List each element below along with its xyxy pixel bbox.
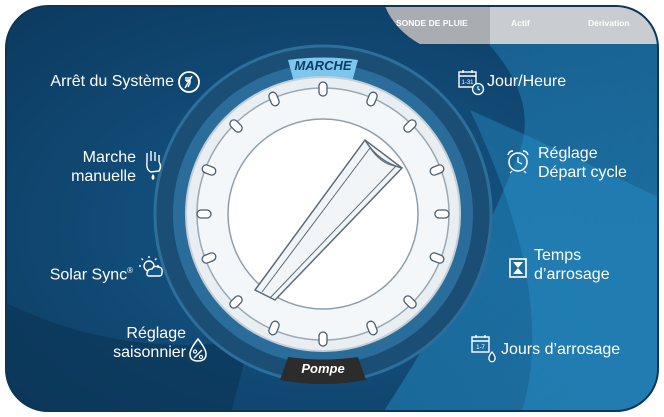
system-off-icon [178,71,200,93]
date-time-badge-text: 1-31 [461,80,474,86]
solar-sync-text: Solar Sync [49,266,128,284]
seasonal-label-line2[interactable]: saisonnier [60,343,186,362]
system-off-label[interactable]: Arrêt du Système [14,72,174,91]
start-time-label-line2[interactable]: Départ cycle [538,163,627,182]
marche-label[interactable]: MARCHE [288,58,358,73]
manual-label-line1[interactable]: Marche [40,148,136,167]
seasonal-percent-icon [189,337,207,362]
rain-sensor-active[interactable]: Actif [511,18,530,28]
solar-sync-registered-mark: ® [127,266,133,275]
seasonal-label-line1[interactable]: Réglage [60,324,186,343]
manual-hand-icon [146,151,162,180]
rain-sensor-bypass[interactable]: Dérivation [588,18,630,28]
start-time-label-line1[interactable]: Réglage [538,144,598,163]
water-days-calendar-icon: 1-7 [471,335,496,363]
solar-sync-icon [139,256,163,277]
hourglass-icon [509,258,527,278]
manual-label-line2[interactable]: manuelle [40,167,136,186]
calendar-clock-icon: 1-31 [458,70,485,96]
solar-sync-label[interactable]: Solar Sync® [36,261,133,284]
water-days-badge-text: 1-7 [476,345,485,351]
alarm-clock-icon [507,150,529,174]
pompe-label[interactable]: Pompe [283,361,363,376]
rain-sensor-label: SONDE DE PLUIE [396,18,468,28]
run-time-label-line1[interactable]: Temps [534,246,581,265]
run-time-label-line2[interactable]: d’arrosage [534,265,610,284]
date-time-label[interactable]: Jour/Heure [487,72,566,91]
water-days-label[interactable]: Jours d’arrosage [501,340,620,359]
